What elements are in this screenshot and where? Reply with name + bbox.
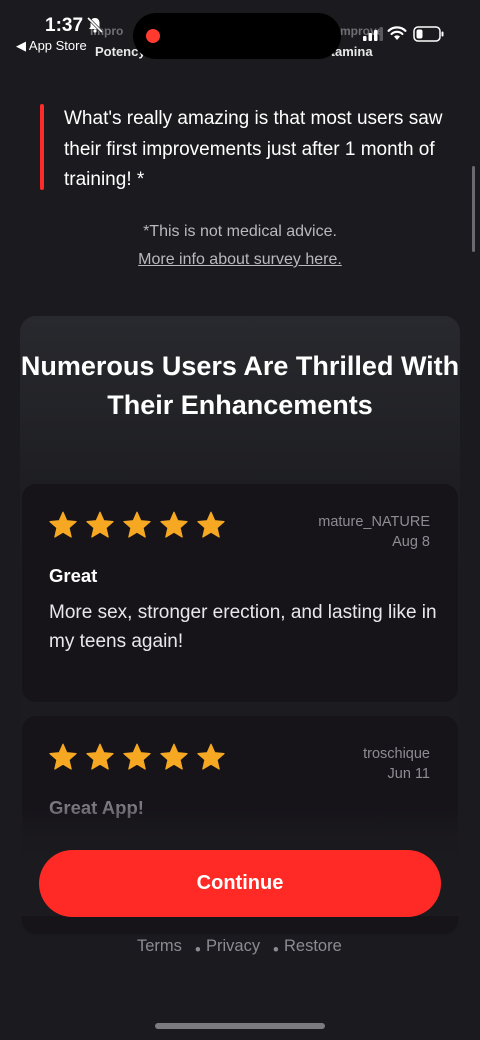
back-to-app-store-link[interactable]: ◀ App Store xyxy=(16,38,87,54)
survey-info-link[interactable]: More info about survey here. xyxy=(0,246,480,274)
screen: Impro Potency mprove Stamina 1:37 ◀ App … xyxy=(0,0,480,1040)
dynamic-island xyxy=(133,13,341,59)
section-title: Numerous Users Are Thrilled With Their E… xyxy=(20,351,460,420)
review-card: mature_NATURE Aug 8 Great More sex, stro… xyxy=(22,484,458,702)
star-icon xyxy=(123,511,151,538)
status-time: 1:37 xyxy=(45,15,84,36)
reviewer-name: troschique xyxy=(363,746,430,762)
review-title: Great xyxy=(49,565,98,586)
continue-button[interactable]: Continue xyxy=(39,850,441,917)
recording-indicator-icon xyxy=(146,29,160,43)
star-icon xyxy=(49,743,77,770)
battery-icon xyxy=(413,26,444,42)
star-icon xyxy=(197,743,225,770)
review-date: Aug 8 xyxy=(392,534,430,550)
terms-link[interactable]: Terms xyxy=(137,937,182,956)
star-icon xyxy=(160,511,188,538)
star-icon xyxy=(123,743,151,770)
reviewer-name: mature_NATURE xyxy=(318,514,430,530)
star-icon xyxy=(160,743,188,770)
quote-accent-bar xyxy=(40,104,44,190)
wifi-icon xyxy=(387,26,407,40)
footer-separator: • xyxy=(195,941,201,959)
review-body: More sex, stronger erection, and lasting… xyxy=(49,602,437,652)
star-rating xyxy=(48,510,226,540)
footer-separator: • xyxy=(273,941,279,959)
review-date: Jun 11 xyxy=(387,766,430,782)
privacy-link[interactable]: Privacy xyxy=(206,937,260,956)
star-icon xyxy=(49,511,77,538)
footer-links: Terms • Privacy • Restore xyxy=(0,937,480,961)
restore-link[interactable]: Restore xyxy=(284,937,342,956)
star-icon xyxy=(197,511,225,538)
bell-slash-icon xyxy=(86,16,104,34)
home-indicator[interactable] xyxy=(155,1023,325,1029)
star-rating xyxy=(48,742,226,772)
disclaimer: *This is not medical advice. More info a… xyxy=(0,218,480,274)
scrollbar[interactable] xyxy=(472,166,475,252)
star-icon xyxy=(86,511,114,538)
star-icon xyxy=(86,743,114,770)
signal-icon xyxy=(363,27,383,41)
medical-disclaimer: *This is not medical advice. xyxy=(143,223,337,240)
quote-text: What's really amazing is that most users… xyxy=(64,108,443,190)
status-bar: Impro Potency mprove Stamina 1:37 ◀ App … xyxy=(0,0,480,64)
